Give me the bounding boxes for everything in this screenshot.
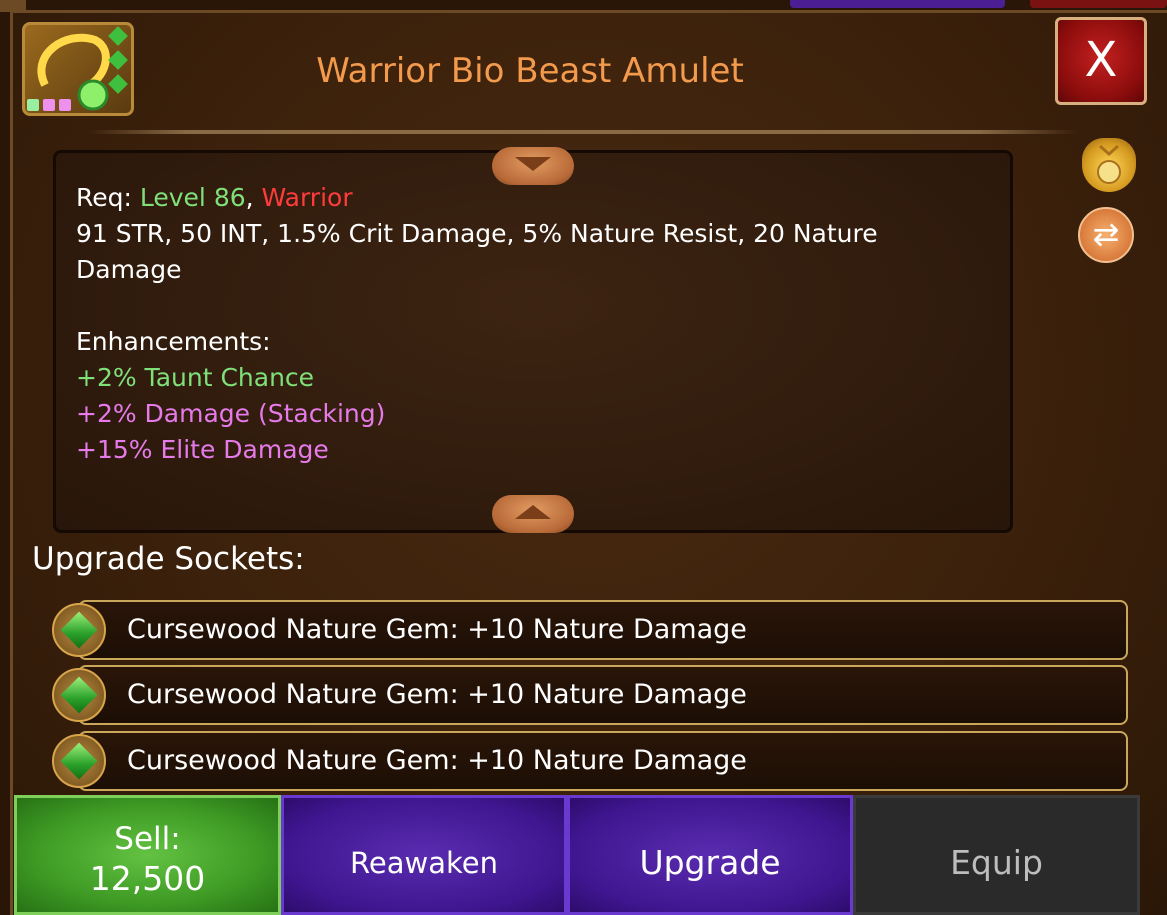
socket-label: Cursewood Nature Gem: +10 Nature Damage [127,614,747,645]
enhancement-item: +15% Elite Damage [76,435,329,464]
requirements-line: Req: Level 86, Warrior [76,180,996,216]
chevron-up-icon [515,505,551,519]
enhancement-item: +2% Damage (Stacking) [76,399,386,428]
item-description: Req: Level 86, Warrior 91 STR, 50 INT, 1… [76,180,996,468]
req-level: Level 86 [139,183,246,212]
socket-label: Cursewood Nature Gem: +10 Nature Damage [127,745,747,776]
scroll-up-button[interactable] [492,495,574,533]
nature-gem-icon [52,603,106,657]
title-divider [88,130,1078,134]
amulet-icon [22,22,134,116]
nature-gem-icon [52,734,106,788]
equip-label: Equip [950,843,1043,882]
sell-price: 12,500 [89,859,206,898]
item-title: Warrior Bio Beast Amulet [316,51,744,91]
top-tab-purple[interactable] [790,0,1005,8]
equip-button[interactable]: Equip [853,795,1140,915]
gold-bag-icon[interactable] [1082,138,1136,192]
top-tab-red[interactable] [1030,0,1167,8]
close-button[interactable]: X [1055,17,1147,105]
upgrade-sockets-heading: Upgrade Sockets: [32,541,305,577]
chevron-down-icon [515,157,551,171]
enhancement-item: +2% Taunt Chance [76,363,315,392]
upgrade-button[interactable]: Upgrade [567,795,853,915]
enhancements-heading: Enhancements: [76,327,271,356]
upgrade-label: Upgrade [639,843,781,882]
reawaken-label: Reawaken [350,846,498,880]
stats-line: 91 STR, 50 INT, 1.5% Crit Damage, 5% Nat… [76,219,878,284]
sell-button[interactable]: Sell: 12,500 [14,795,281,915]
reawaken-button[interactable]: Reawaken [281,795,567,915]
socket-label: Cursewood Nature Gem: +10 Nature Damage [127,679,747,710]
req-prefix: Req: [76,183,140,212]
swap-icon[interactable]: ⇄ [1078,207,1134,263]
req-separator: , [245,183,262,212]
sell-label: Sell: [114,821,181,857]
req-class: Warrior [261,183,353,212]
nature-gem-icon [52,668,106,722]
